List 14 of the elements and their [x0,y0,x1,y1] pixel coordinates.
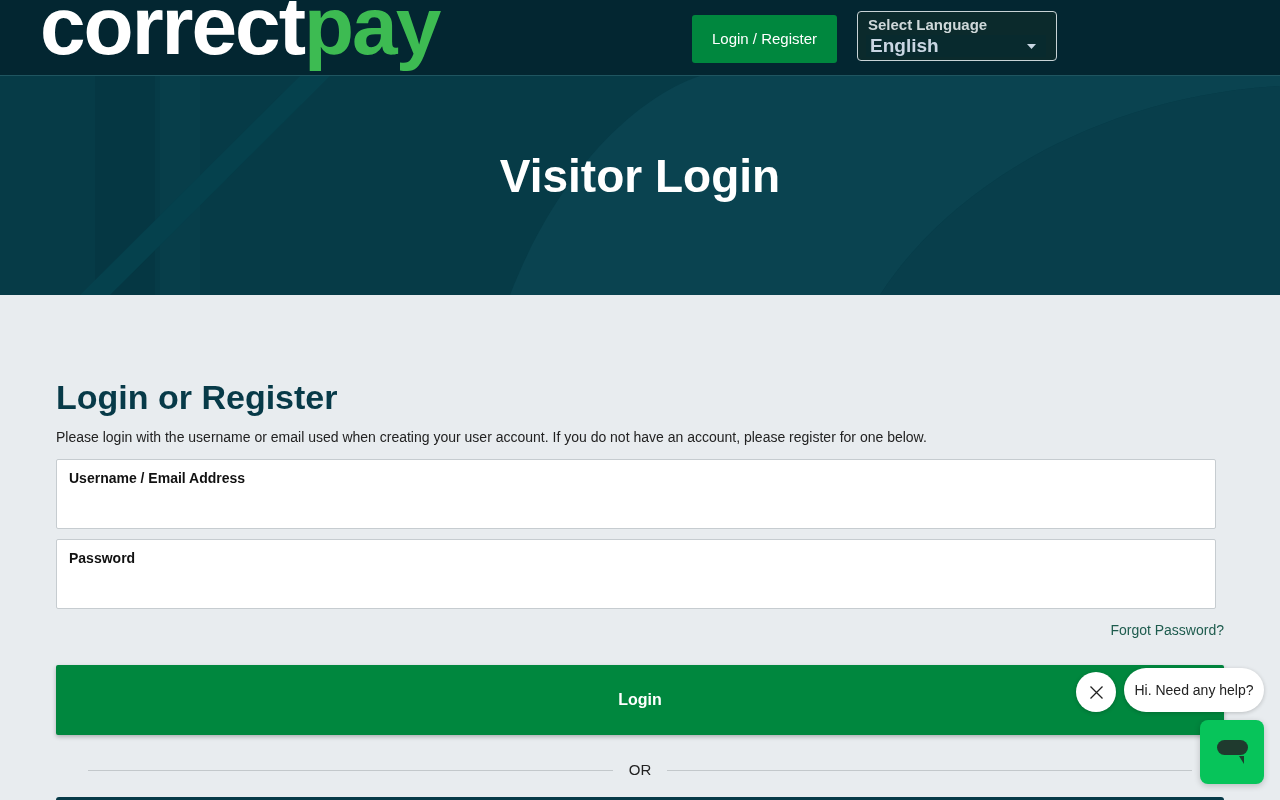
intro-text: Please login with the username or email used when creating your user account. If you do not have an account, please register for one below. [56,428,928,447]
chat-bubble-icon [1216,740,1248,764]
chat-button[interactable] [1200,720,1264,784]
input-field[interactable]: Password [56,539,1216,609]
close-icon [1089,685,1103,699]
caret-icon [1027,43,1036,49]
forgot-password-link[interactable]: Forgot Password? [1110,621,1224,639]
login-register-button[interactable]: Login / Register [692,15,837,63]
page-title: Visitor Login [499,148,781,204]
input-field[interactable]: Username / Email Address [56,459,1216,529]
section-heading: Login or Register [56,377,339,417]
chat-greeting: Hi. Need any help? [1124,668,1264,712]
language-label: Select Language [868,15,989,35]
divider-label: OR [627,759,653,780]
